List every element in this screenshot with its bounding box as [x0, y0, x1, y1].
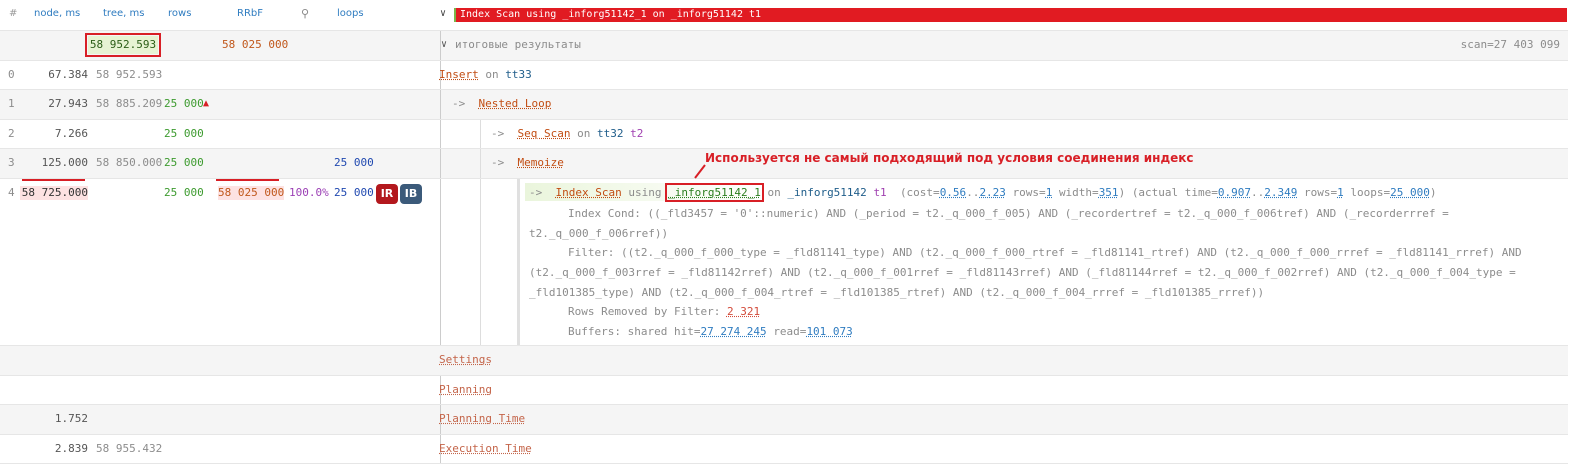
annotation-arrow: [694, 164, 706, 179]
annotation-text: Используется не самый подходящий под усл…: [705, 151, 1194, 165]
annotation-arrow-layer: [694, 164, 706, 179]
